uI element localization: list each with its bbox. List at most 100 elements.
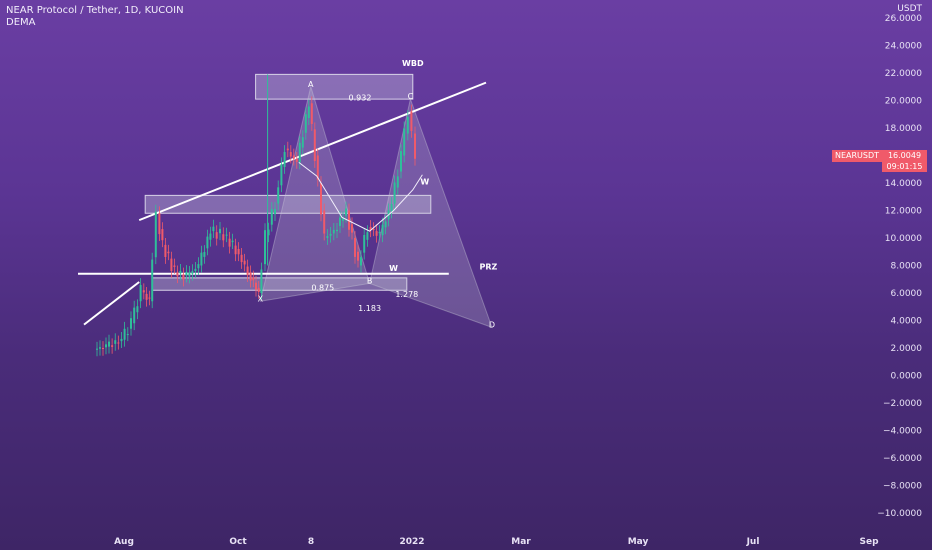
candle-body	[203, 252, 206, 257]
ratio-label: 0.875	[311, 283, 334, 292]
candle-body	[161, 229, 164, 241]
candle-body	[274, 209, 276, 215]
candle-body	[145, 293, 148, 300]
y-tick-label: −2.0000	[883, 399, 922, 409]
candle-body	[360, 257, 362, 266]
candle-body	[410, 111, 413, 131]
x-tick-label: Mar	[511, 537, 531, 547]
candle-body	[366, 232, 369, 240]
candle-body	[228, 238, 231, 247]
candle-body	[255, 282, 257, 290]
candle-body	[396, 176, 399, 188]
candle-body	[222, 234, 225, 241]
candle-body	[108, 341, 110, 347]
y-tick-label: 10.0000	[885, 234, 922, 244]
candle-body	[133, 307, 136, 324]
candle-body	[280, 164, 283, 186]
candle-body	[120, 338, 123, 342]
x-tick-label: Sep	[859, 537, 879, 547]
candle-body	[378, 231, 381, 234]
candle-body	[400, 151, 402, 172]
candle-body	[320, 183, 322, 215]
candle-body	[170, 258, 173, 271]
x-tick-label: 2022	[399, 537, 424, 547]
pattern-label: WBD	[402, 59, 424, 68]
price-chart[interactable]: 26.0000 24.0000 22.0000 20.0000 18.0000 16.00…	[0, 0, 932, 550]
y-tick-label: 14.0000	[885, 179, 922, 189]
candle-body	[99, 347, 101, 349]
pattern-label: W	[389, 264, 398, 273]
candle-body	[225, 234, 228, 236]
candle-body	[336, 229, 338, 232]
candle-body	[102, 348, 104, 349]
y-tick-label: −4.0000	[883, 427, 922, 437]
countdown: 09:01:15	[886, 162, 923, 171]
candle-body	[111, 345, 114, 347]
price-tag: 16.0049 09:01:15	[882, 150, 927, 172]
y-tick-label: 4.0000	[891, 317, 923, 327]
candle-body	[194, 268, 197, 271]
candle-body	[357, 251, 359, 261]
candle-body	[292, 155, 295, 159]
candle-body	[326, 236, 329, 238]
candle-body	[148, 297, 151, 299]
candle-body	[185, 271, 188, 276]
candle-body	[206, 236, 209, 249]
candle-body	[215, 232, 218, 239]
candle-body	[329, 233, 332, 236]
candle-body	[351, 224, 353, 233]
candle-body	[363, 235, 366, 253]
candle-body	[234, 245, 237, 255]
candle-body	[289, 152, 292, 157]
candle-body	[188, 272, 191, 277]
candle-body	[200, 252, 203, 266]
x-tick-label: 8	[308, 537, 314, 547]
candle-body	[304, 114, 307, 133]
y-tick-label: 26.0000	[885, 14, 922, 24]
candle-body	[179, 270, 182, 274]
candle-body	[167, 251, 170, 254]
y-tick-label: 18.0000	[885, 124, 922, 134]
candle-body	[219, 228, 221, 234]
y-tick-label: 20.0000	[885, 97, 922, 107]
y-tick-label: 8.0000	[891, 262, 923, 272]
candle-body	[173, 265, 176, 267]
candle-body	[249, 272, 252, 281]
xab-triangle	[259, 84, 371, 302]
candle-body	[126, 334, 129, 336]
candle-body	[310, 103, 313, 124]
candle-body	[197, 264, 200, 269]
candle-body	[191, 271, 194, 274]
candle-body	[381, 224, 384, 236]
candle-body	[307, 106, 310, 119]
candle-body	[390, 204, 393, 212]
pattern-label: W	[420, 177, 429, 186]
chart-canvas[interactable]: NEAR Protocol / Tether, 1D, KUCOIN DEMA …	[0, 0, 932, 550]
point-label-a: A	[308, 80, 314, 89]
candle-body	[283, 152, 286, 167]
candle-body	[114, 340, 117, 344]
candle-body	[313, 129, 316, 161]
point-label-b: B	[367, 276, 373, 285]
candle-body	[151, 259, 154, 302]
candle-body	[105, 344, 107, 348]
candle-body	[372, 229, 375, 231]
last-price: 16.0049	[887, 151, 922, 160]
pattern-label: PRZ	[479, 263, 497, 272]
candle-body	[237, 249, 240, 255]
y-tick-label: −8.0000	[883, 482, 922, 492]
candle-body	[264, 230, 266, 265]
candle-body	[345, 208, 347, 216]
candle-body	[154, 211, 157, 258]
y-tick-label: 2.0000	[891, 344, 923, 354]
candle-body	[96, 348, 98, 350]
candle-body	[130, 318, 132, 329]
candle-body	[260, 269, 263, 293]
point-label-c: C	[408, 92, 414, 101]
candle-body	[209, 233, 212, 240]
candle-body	[298, 142, 301, 163]
candle-body	[176, 272, 179, 277]
symbol-tag: NEARUSDT	[832, 150, 882, 162]
y-tick-label: 0.0000	[891, 372, 923, 382]
candle-body	[158, 213, 161, 235]
